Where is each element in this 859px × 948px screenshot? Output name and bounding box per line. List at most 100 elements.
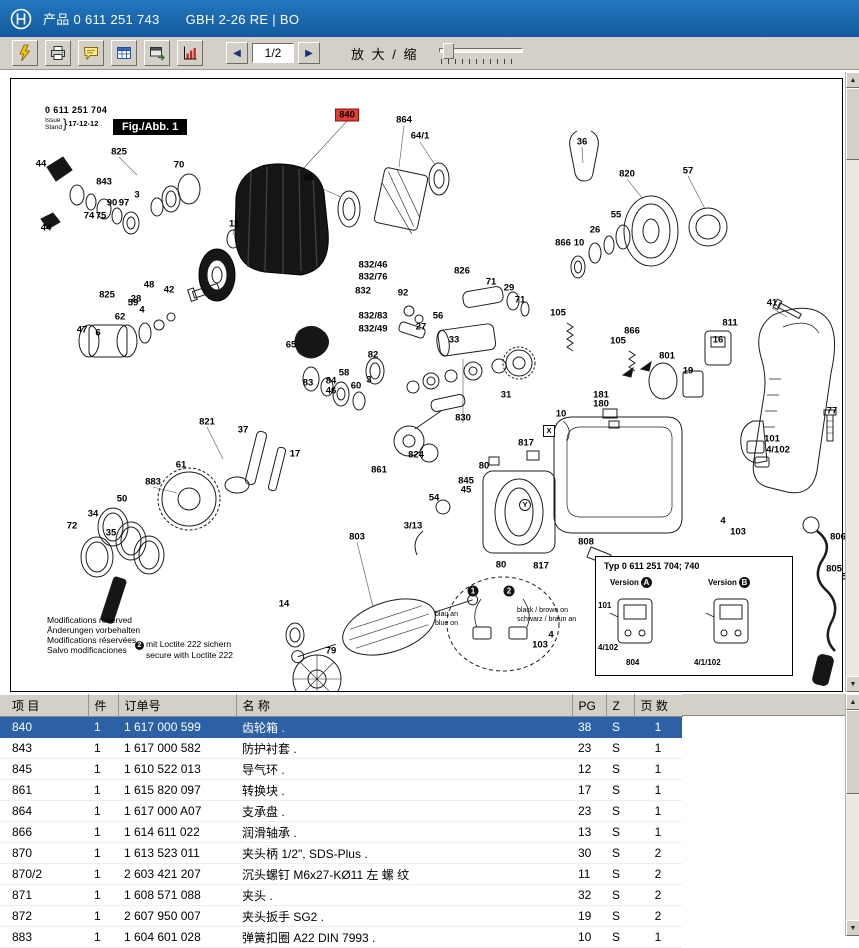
part-callout[interactable]: 42 [164,285,175,296]
part-callout[interactable]: 883 [145,477,161,488]
part-callout[interactable]: 3 [366,375,371,386]
part-callout[interactable]: 71 [515,295,526,306]
part-callout[interactable]: 101 [764,434,780,445]
part-callout[interactable]: 97 [119,198,130,209]
part-callout[interactable]: X [543,425,555,437]
part-callout[interactable]: 840 [335,108,359,122]
part-callout[interactable]: 6 [95,328,100,339]
part-callout[interactable]: 103 [532,640,548,651]
diagram-scroll-down-button[interactable]: ▼ [846,676,859,692]
col-item[interactable]: 项 目 [0,694,89,717]
part-callout[interactable]: 4 [139,305,144,316]
print-button[interactable] [45,40,71,66]
part-callout[interactable]: 16 [713,335,724,346]
part-callout[interactable]: 57 [683,166,694,177]
col-z[interactable]: Z [606,694,635,717]
part-callout[interactable]: 60 [351,381,362,392]
table-row[interactable]: 883 1 1 604 601 028 弹簧扣圈 A22 DIN 7993 . 10 S 1 [0,926,682,948]
part-callout[interactable]: 801 [659,351,675,362]
comment-button[interactable] [78,40,104,66]
table-scroll-thumb[interactable] [846,710,859,794]
part-callout[interactable]: 805 [826,564,842,575]
part-callout[interactable]: 806 [830,532,846,543]
part-callout[interactable]: 80 [496,560,507,571]
part-callout[interactable]: 4 [720,516,725,527]
part-callout[interactable]: 10 [556,409,567,420]
part-callout[interactable]: 825 [111,147,127,158]
part-callout[interactable]: 866 [555,238,571,249]
col-qty[interactable]: 件 [88,694,119,717]
part-callout[interactable]: 864 [396,115,412,126]
table-row[interactable]: 843 1 1 617 000 582 防护衬套 . 23 S 1 [0,737,682,759]
part-callout[interactable]: 105 [610,336,626,347]
part-callout[interactable]: 17 [290,449,301,460]
part-callout[interactable]: 4/102 [766,445,790,456]
part-callout[interactable]: 80 [479,461,490,472]
part-callout[interactable]: 56 [433,311,444,322]
part-callout[interactable]: 19 [683,366,694,377]
select-part-button[interactable] [12,40,38,66]
part-callout[interactable]: 832 [355,286,371,297]
part-callout[interactable]: 44 [41,223,52,234]
part-callout[interactable]: 832/49 [358,324,387,335]
table-row[interactable]: 861 1 1 615 820 097 转换块 . 17 S 1 [0,779,682,801]
part-callout[interactable]: 817 [533,561,549,572]
part-callout[interactable]: 35 [106,528,117,539]
part-callout[interactable]: 14 [279,599,290,610]
table-row[interactable]: 872 1 2 607 950 007 夹头扳手 SG2 . 19 S 2 [0,905,682,927]
part-callout[interactable]: 71 [486,277,497,288]
parts-list-button[interactable] [111,40,137,66]
part-callout[interactable]: 74 [84,211,95,222]
part-callout[interactable]: 50 [117,494,128,505]
part-callout[interactable]: 72 [67,521,78,532]
part-callout[interactable]: 826 [454,266,470,277]
part-callout[interactable]: 59 [128,298,139,309]
part-callout[interactable]: 3 [134,190,139,201]
diagram-canvas[interactable]: 0 611 251 704 Issue Stand } 17-12-12 Fig… [10,78,847,692]
part-callout[interactable]: 4 [548,630,553,641]
part-callout[interactable]: Y [519,499,531,511]
col-order-number[interactable]: 订单号 [118,694,237,717]
part-callout[interactable]: 36 [577,137,588,148]
part-callout[interactable]: 803 [349,532,365,543]
part-callout[interactable]: 830 [455,413,471,424]
part-callout[interactable]: 77 [827,406,838,417]
part-callout[interactable]: 44 [36,159,47,170]
part-callout[interactable]: 103 [730,527,746,538]
part-callout[interactable]: 832/83 [358,311,387,322]
prev-page-button[interactable]: ◀ [226,42,248,64]
part-callout[interactable]: 26 [590,225,601,236]
table-row[interactable]: 871 1 1 608 571 088 夹头 . 32 S 2 [0,884,682,906]
part-callout[interactable]: 58 [339,368,350,379]
table-row[interactable]: 870/2 1 2 603 421 207 沉头螺钉 M6x27-KØ11 左 螺 纹… [0,863,682,885]
export-button[interactable] [144,40,170,66]
part-callout[interactable]: 92 [398,288,409,299]
table-row[interactable]: 840 1 1 617 000 599 齿轮箱 . 38 S 1 [0,716,682,738]
part-callout[interactable]: 79 [326,646,337,657]
part-callout[interactable]: 68 [304,173,315,184]
part-callout[interactable]: 817 [518,438,534,449]
table-row[interactable]: 870 1 1 613 523 011 夹头柄 1/2", SDS-Plus . 30 S… [0,842,682,864]
part-callout[interactable]: 34 [88,509,99,520]
table-scroll-down-button[interactable]: ▼ [846,920,859,936]
part-callout[interactable]: 75 [96,211,107,222]
part-callout[interactable]: 808 [578,537,594,548]
part-callout[interactable]: 70 [174,160,185,171]
part-callout[interactable]: 47 [77,325,88,336]
part-callout[interactable]: 33 [449,335,460,346]
part-callout[interactable]: 10 [574,238,585,249]
part-callout[interactable]: 61 [176,460,187,471]
part-callout[interactable]: 83 [303,378,314,389]
part-callout[interactable]: 90 [107,198,118,209]
part-callout[interactable]: 866 [624,326,640,337]
part-callout[interactable]: 31 [501,390,512,401]
part-callout[interactable]: 29 [504,283,515,294]
part-callout[interactable]: 82 [368,350,379,361]
zoom-slider[interactable] [439,41,531,65]
table-row[interactable]: 866 1 1 614 611 022 润滑轴承 . 13 S 1 [0,821,682,843]
diagram-scroll-up-button[interactable]: ▲ [846,72,859,88]
part-callout[interactable]: 832/76 [358,272,387,283]
part-callout[interactable]: 2 [503,585,515,597]
part-callout[interactable]: 37 [238,425,249,436]
table-row[interactable]: 845 1 1 610 522 013 导气环 . 12 S 1 [0,758,682,780]
